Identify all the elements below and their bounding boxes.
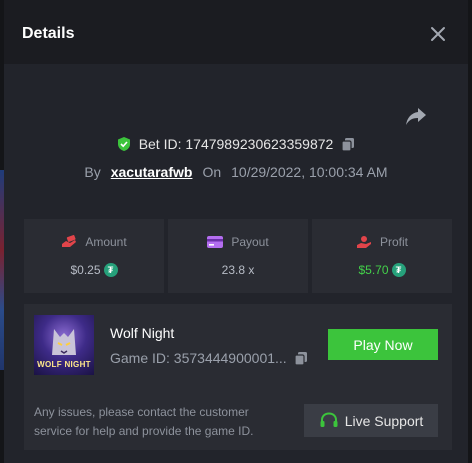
stat-profit: Profit $5.70 ₮ <box>312 219 452 293</box>
game-name: Wolf Night <box>110 325 175 341</box>
live-support-label: Live Support <box>344 412 424 429</box>
bet-id-row: Bet ID: 1747989230623359872 <box>4 136 468 158</box>
game-id-row: Game ID: 3573444900001... <box>110 350 309 366</box>
stat-profit-value: $5.70 <box>358 263 389 277</box>
support-note: Any issues, please contact the customer … <box>34 405 254 438</box>
username-link[interactable]: xacutarafwb <box>111 164 193 180</box>
modal-header: Details <box>4 0 468 64</box>
bet-stats: Amount $0.25 ₮ Payout 23.8 x Profit $5.7… <box>24 219 452 293</box>
play-now-button[interactable]: Play Now <box>328 329 438 360</box>
game-panel: WOLF NIGHT Wolf Night Game ID: 357344490… <box>24 304 452 450</box>
stat-payout-value: 23.8 x <box>221 263 255 277</box>
bet-id-text: Bet ID: 1747989230623359872 <box>138 136 334 152</box>
headset-icon <box>319 411 339 430</box>
bet-details-modal: Details Bet ID: 1747989230623359872 By x… <box>4 0 468 463</box>
tether-icon: ₮ <box>391 263 406 277</box>
stat-amount-value: $0.25 <box>70 263 101 277</box>
payout-card-icon <box>207 236 224 248</box>
modal-title: Details <box>22 25 75 42</box>
live-support-button[interactable]: Live Support <box>304 404 438 437</box>
stat-payout-label: Payout <box>231 235 269 249</box>
close-icon[interactable] <box>428 24 448 44</box>
bet-datetime: 10/29/2022, 10:00:34 AM <box>231 164 388 180</box>
on-label: On <box>202 164 222 180</box>
stat-payout: Payout 23.8 x <box>168 219 308 293</box>
share-icon[interactable] <box>404 106 428 128</box>
verified-shield-icon <box>116 136 132 152</box>
game-thumbnail[interactable]: WOLF NIGHT <box>34 315 94 375</box>
game-id-text: Game ID: 3573444900001... <box>110 350 287 366</box>
copy-game-id-icon[interactable] <box>293 350 309 366</box>
copy-bet-id-icon[interactable] <box>340 136 356 152</box>
stat-profit-label: Profit <box>379 235 408 249</box>
by-label: By <box>84 164 101 180</box>
profit-hand-icon <box>356 235 372 249</box>
stat-amount: Amount $0.25 ₮ <box>24 219 164 293</box>
amount-hand-icon <box>61 235 77 249</box>
stat-amount-label: Amount <box>85 235 127 249</box>
game-thumbnail-text: WOLF NIGHT <box>37 360 91 369</box>
bet-byline: By xacutarafwb On 10/29/2022, 10:00:34 A… <box>4 164 468 184</box>
tether-icon: ₮ <box>103 263 118 277</box>
wolf-icon <box>52 329 76 355</box>
